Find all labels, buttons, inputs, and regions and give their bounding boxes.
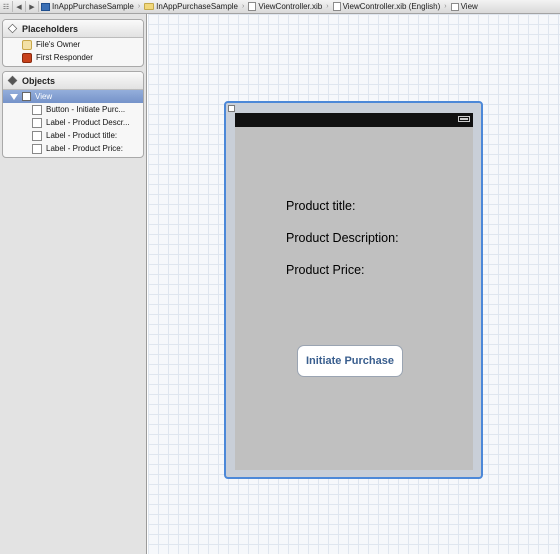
document-outline: Placeholders File's Owner First Responde… <box>0 14 147 554</box>
objects-header[interactable]: Objects <box>3 72 143 90</box>
status-bar <box>235 113 473 127</box>
placeholder-label: File's Owner <box>36 40 81 49</box>
breadcrumb-label: ViewController.xib (English) <box>342 2 441 11</box>
product-description-label[interactable]: Product Description: <box>286 231 399 245</box>
objects-panel: Objects View Button - Initiate Purc... L… <box>2 71 144 158</box>
outline-item-button[interactable]: Button - Initiate Purc... <box>3 103 143 116</box>
placeholder-files-owner[interactable]: File's Owner <box>3 38 143 51</box>
breadcrumb-group[interactable]: InAppPurchaseSample <box>142 2 240 11</box>
first-responder-icon <box>22 52 32 63</box>
related-items-icon[interactable]: ☷ <box>0 1 13 12</box>
outline-item-label-price[interactable]: Label - Product Price: <box>3 142 143 155</box>
breadcrumb-label: ViewController.xib <box>258 2 323 11</box>
breadcrumb-label: InAppPurchaseSample <box>156 2 238 11</box>
xib-file-icon <box>248 2 257 11</box>
view-controller-frame[interactable]: Product title: Product Description: Prod… <box>224 101 483 479</box>
label-object-icon <box>32 143 42 154</box>
disclosure-triangle-icon[interactable] <box>10 93 18 100</box>
view-icon <box>22 92 31 101</box>
view-icon <box>450 2 459 11</box>
product-title-label[interactable]: Product title: <box>286 199 355 213</box>
cube-icon <box>7 75 18 86</box>
resize-handle-icon[interactable] <box>228 105 235 112</box>
initiate-purchase-button[interactable]: Initiate Purchase <box>297 345 403 377</box>
outline-item-view[interactable]: View <box>3 90 143 103</box>
battery-icon <box>458 116 470 122</box>
outline-item-label: Label - Product Descr... <box>46 118 130 127</box>
forward-arrow-icon[interactable]: ▶ <box>26 1 39 12</box>
breadcrumb-view[interactable]: View <box>449 2 480 11</box>
files-owner-icon <box>22 39 32 50</box>
outline-item-label: View <box>35 92 53 101</box>
outline-item-label: Button - Initiate Purc... <box>46 105 126 114</box>
label-object-icon <box>32 130 42 141</box>
placeholders-title: Placeholders <box>22 23 79 34</box>
outline-item-label: Label - Product Price: <box>46 144 123 153</box>
interface-builder-canvas[interactable]: Product title: Product Description: Prod… <box>148 14 560 554</box>
project-icon <box>41 2 50 11</box>
breadcrumb-label: View <box>460 2 478 11</box>
label-object-icon <box>32 117 42 128</box>
outline-item-label-title[interactable]: Label - Product title: <box>3 129 143 142</box>
breadcrumb-localized-file[interactable]: ViewController.xib (English) <box>331 2 443 11</box>
breadcrumb-project[interactable]: InAppPurchaseSample <box>39 2 136 11</box>
placeholder-first-responder[interactable]: First Responder <box>3 51 143 64</box>
outline-item-label-description[interactable]: Label - Product Descr... <box>3 116 143 129</box>
outline-item-label: Label - Product title: <box>46 131 118 140</box>
placeholder-label: First Responder <box>36 53 93 62</box>
breadcrumb-label: InAppPurchaseSample <box>52 2 134 11</box>
button-object-icon <box>32 104 42 115</box>
back-arrow-icon[interactable]: ◀ <box>13 1 26 12</box>
placeholders-panel: Placeholders File's Owner First Responde… <box>2 19 144 67</box>
jump-bar: ☷ ◀ ▶ InAppPurchaseSample › InAppPurchas… <box>0 0 560 14</box>
cube-icon <box>7 23 18 34</box>
objects-title: Objects <box>22 75 56 86</box>
product-price-label[interactable]: Product Price: <box>286 263 365 277</box>
xib-file-icon <box>332 2 341 11</box>
main-view[interactable]: Product title: Product Description: Prod… <box>235 127 473 470</box>
placeholders-header[interactable]: Placeholders <box>3 20 143 38</box>
folder-icon <box>144 3 155 10</box>
breadcrumb-file[interactable]: ViewController.xib <box>246 2 324 11</box>
